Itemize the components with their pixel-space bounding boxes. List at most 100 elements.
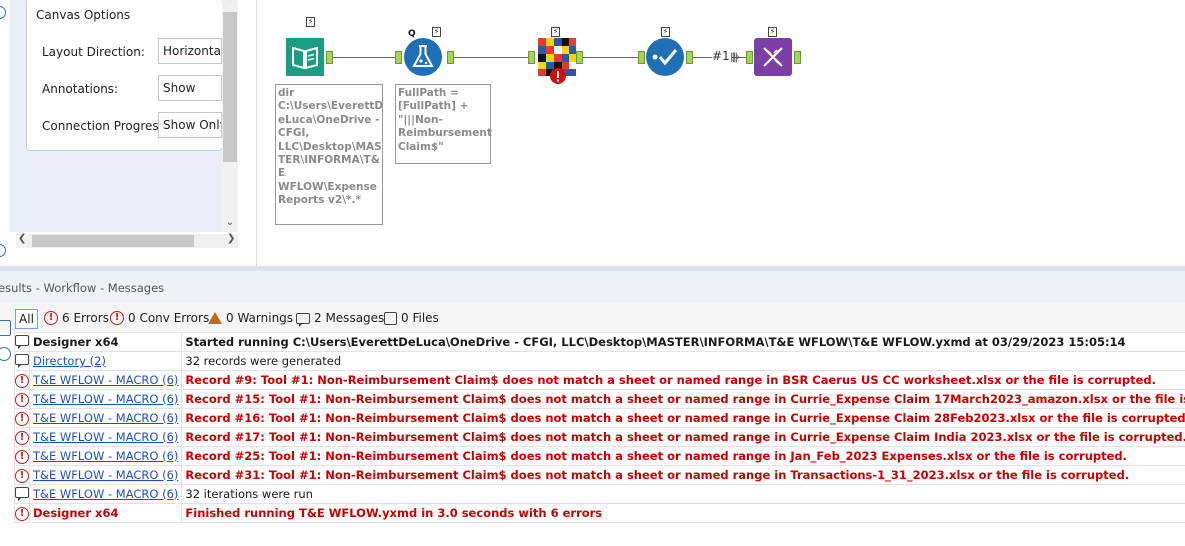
tool-link[interactable]: T&E WFLOW - MACRO (6) bbox=[33, 411, 178, 425]
tool-link[interactable]: T&E WFLOW - MACRO (6) bbox=[33, 392, 178, 406]
filter-files-label: 0 Files bbox=[401, 311, 439, 325]
message-row[interactable]: ! T&E WFLOW - MACRO (6) Record #25: Tool #… bbox=[14, 446, 1185, 466]
formula-annotation[interactable]: FullPath = [FullPath] + "|||Non- Reimbursem… bbox=[395, 84, 492, 164]
row-tool-cell[interactable]: T&E WFLOW - MACRO (6) bbox=[28, 370, 183, 390]
message-row[interactable]: ! T&E WFLOW - MACRO (6) Record #17: Tool #… bbox=[14, 427, 1185, 447]
message-row[interactable]: Directory (2) 32 records were generated bbox=[14, 351, 1185, 371]
scroll-down-icon[interactable]: ⌄ bbox=[223, 217, 237, 231]
filter-messages-button[interactable]: 2 Messages bbox=[296, 311, 385, 327]
row-icon-cell: ! bbox=[14, 370, 30, 390]
row-tool-cell[interactable]: T&E WFLOW - MACRO (6) bbox=[28, 465, 183, 485]
connection-label: #1 bbox=[712, 49, 730, 63]
filter-messages-label: 2 Messages bbox=[314, 311, 385, 325]
tool-link[interactable]: T&E WFLOW - MACRO (6) bbox=[33, 449, 178, 463]
results-side-rail bbox=[0, 317, 14, 377]
tool-view-icon[interactable] bbox=[0, 347, 11, 361]
annotation-line: LLC\Desktop\MAS bbox=[278, 140, 382, 153]
output-anchor[interactable] bbox=[447, 51, 454, 64]
message-row[interactable]: T&E WFLOW - MACRO (6) 32 iterations were … bbox=[14, 484, 1185, 504]
message-row[interactable]: ! T&E WFLOW - MACRO (6) Record #9: Tool #1… bbox=[14, 370, 1185, 390]
tool-name: Designer x64 bbox=[33, 335, 119, 349]
tool-link[interactable]: Directory (2) bbox=[33, 354, 106, 368]
row-icon-cell: ! bbox=[14, 427, 30, 447]
row-message-cell: Record #25: Tool #1: Non-Reimbursement C… bbox=[181, 446, 1185, 466]
message-text: Record #15: Tool #1: Non-Reimbursement C… bbox=[185, 392, 1185, 406]
annotation-line: WFLOW\Expense bbox=[278, 180, 377, 193]
row-tool-cell[interactable]: T&E WFLOW - MACRO (6) bbox=[28, 484, 183, 504]
message-row[interactable]: ! T&E WFLOW - MACRO (6) Record #16: Tool #… bbox=[14, 408, 1185, 428]
annotation-line: CFGI, bbox=[278, 127, 310, 140]
filter-all-button[interactable]: All bbox=[15, 309, 38, 329]
formula-tool[interactable] bbox=[404, 38, 442, 76]
output-anchor[interactable] bbox=[576, 51, 583, 64]
filter-warnings-label: 0 Warnings bbox=[226, 311, 294, 325]
filter-errors-label: 6 Errors bbox=[62, 311, 109, 325]
annotation-line: [FullPath] + bbox=[398, 100, 469, 113]
scroll-up-icon[interactable]: ⌃ bbox=[223, 0, 237, 11]
results-header bbox=[0, 271, 1185, 303]
annotation-line: E bbox=[278, 167, 286, 180]
filter-errors-button[interactable]: ! 6 Errors bbox=[44, 311, 109, 325]
tool-link[interactable]: T&E WFLOW - MACRO (6) bbox=[33, 430, 178, 444]
annotation-line: dir bbox=[278, 87, 295, 99]
panel-side-icon[interactable] bbox=[0, 6, 6, 19]
tool-background bbox=[404, 38, 442, 76]
filter-warnings-button[interactable]: 0 Warnings bbox=[208, 311, 293, 325]
input-anchor[interactable] bbox=[746, 51, 753, 64]
vertical-scrollbar-thumb[interactable] bbox=[223, 12, 237, 162]
tool-link[interactable]: T&E WFLOW - MACRO (6) bbox=[33, 468, 178, 482]
row-icon-cell bbox=[14, 484, 30, 504]
row-tool-cell[interactable]: T&E WFLOW - MACRO (6) bbox=[28, 389, 183, 409]
directory-annotation[interactable]: dir C:\Users\EverettD eLuca\OneDrive - CFGI… bbox=[275, 84, 383, 225]
row-icon-cell: ! bbox=[14, 503, 30, 523]
row-tool-cell[interactable]: T&E WFLOW - MACRO (6) bbox=[28, 408, 183, 428]
input-anchor[interactable] bbox=[528, 51, 535, 64]
input-anchor[interactable] bbox=[638, 51, 645, 64]
row-icon-cell: ! bbox=[14, 446, 30, 466]
row-tool-cell[interactable]: Directory (2) bbox=[28, 351, 183, 371]
select-tool[interactable] bbox=[646, 38, 684, 76]
conversion-error-icon: ! bbox=[110, 311, 124, 325]
filter-conv-errors-button[interactable]: ! 0 Conv Errors bbox=[110, 311, 209, 325]
scroll-right-icon[interactable]: ❯ bbox=[227, 233, 235, 244]
row-message-cell: Record #9: Tool #1: Non-Reimbursement Cl… bbox=[181, 370, 1185, 390]
error-icon: ! bbox=[15, 507, 29, 521]
connection-line[interactable] bbox=[453, 57, 531, 58]
row-icon-cell: ! bbox=[14, 465, 30, 485]
alteryx-designer-window: Canvas Options Layout Direction: Horizon… bbox=[0, 0, 1185, 546]
row-tool-cell[interactable]: T&E WFLOW - MACRO (6) bbox=[28, 446, 183, 466]
error-icon: ! bbox=[15, 374, 29, 388]
message-row[interactable]: ! T&E WFLOW - MACRO (6) Record #31: Tool #… bbox=[14, 465, 1185, 485]
message-row[interactable]: Designer x64 Started running C:\Users\Eve… bbox=[14, 332, 1185, 352]
annotations-label: Annotations: bbox=[42, 82, 119, 96]
filter-files-button[interactable]: 0 Files bbox=[384, 311, 439, 325]
connection-progress-select[interactable]: Show Only W bbox=[158, 112, 222, 138]
message-row[interactable]: ! Designer x64 Finished running T&E WFLOW.… bbox=[14, 503, 1185, 523]
output-anchor[interactable] bbox=[326, 51, 333, 64]
batch-macro-tool[interactable] bbox=[754, 38, 792, 76]
output-anchor[interactable] bbox=[794, 51, 801, 64]
workflow-canvas[interactable]: #1 ‖‖› ⚡ Q ⚡ ⚡ ⚡ ⚡ dir C:\Users\EverettD… bbox=[258, 0, 1185, 266]
tool-background bbox=[646, 38, 684, 76]
annotation-line: Claim$" bbox=[398, 140, 444, 153]
layout-direction-select[interactable]: Horizontal bbox=[158, 38, 222, 64]
directory-input-tool[interactable] bbox=[286, 38, 324, 76]
row-tool-cell[interactable]: T&E WFLOW - MACRO (6) bbox=[28, 427, 183, 447]
connection-line[interactable] bbox=[692, 57, 712, 58]
bolt-icon: ⚡ bbox=[432, 27, 441, 37]
panel-side-icon[interactable] bbox=[0, 244, 6, 257]
table-view-icon[interactable] bbox=[0, 320, 11, 336]
input-anchor[interactable] bbox=[395, 51, 402, 64]
results-title: esults - Workflow - Messages bbox=[0, 281, 165, 295]
output-anchor[interactable] bbox=[686, 51, 693, 64]
tool-link[interactable]: T&E WFLOW - MACRO (6) bbox=[33, 373, 178, 387]
message-text: 32 iterations were run bbox=[185, 487, 313, 501]
horizontal-scrollbar-thumb[interactable] bbox=[32, 235, 194, 247]
connection-line[interactable] bbox=[330, 57, 398, 58]
connection-line[interactable] bbox=[581, 57, 641, 58]
tool-link[interactable]: T&E WFLOW - MACRO (6) bbox=[33, 487, 178, 501]
error-icon: ! bbox=[15, 450, 29, 464]
scroll-left-icon[interactable]: ❮ bbox=[18, 233, 26, 244]
annotations-select[interactable]: Show bbox=[158, 75, 222, 101]
message-row[interactable]: ! T&E WFLOW - MACRO (6) Record #15: Tool #… bbox=[14, 389, 1185, 409]
